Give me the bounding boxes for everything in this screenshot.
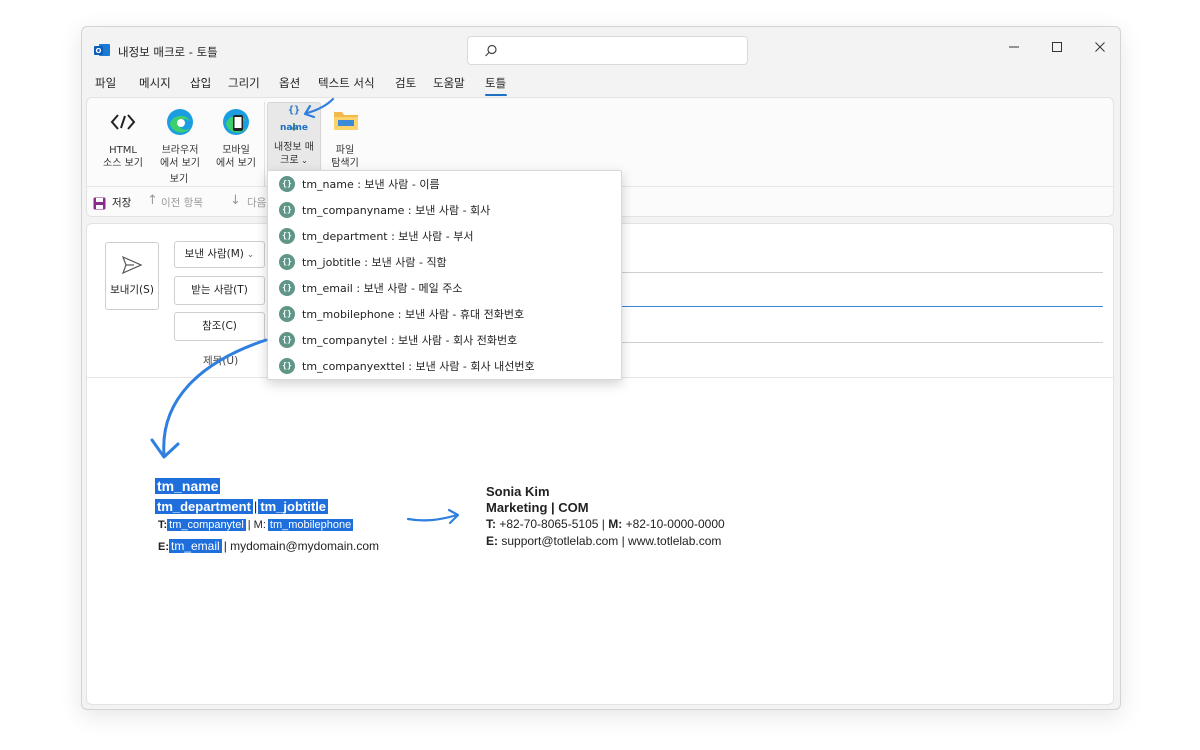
macro-tag-name: tm_name — [155, 478, 221, 494]
arrow-to-result — [406, 508, 460, 525]
macro-tag-companytel: tm_companytel — [167, 519, 246, 531]
macro-tag-email: tm_email — [169, 539, 222, 553]
sig-e-label: E: — [158, 541, 169, 553]
sig-email-rest: | mydomain@mydomain.com — [223, 539, 380, 553]
annotation-arrows — [150, 97, 460, 525]
sig-template-name-line: tm_name — [155, 478, 221, 494]
sig-template-email-line: E: tm_email | mydomain@mydomain.com — [158, 539, 379, 553]
sig-t-label: T: — [158, 519, 168, 531]
sig-template-title-line: tm_department | tm_jobtitle — [155, 499, 329, 514]
result-m-value: +82-10-0000-0000 — [625, 517, 725, 531]
result-phone-line: T: +82-70-8065-5105 | M: +82-10-0000-000… — [486, 517, 725, 531]
result-t-value: +82-70-8065-5105 | — [499, 517, 605, 531]
arrow-to-template — [150, 338, 268, 459]
result-e-label: E: — [486, 534, 498, 548]
sig-m-separator: | M: — [247, 519, 266, 531]
sig-template-phone-line: T: tm_companytel | M: tm_mobilephone — [158, 519, 354, 531]
result-m-label: M: — [608, 517, 623, 531]
result-email-line: E: support@totlelab.com | www.totlelab.c… — [486, 534, 721, 548]
result-name: Sonia Kim — [486, 484, 550, 499]
result-e-value: support@totlelab.com | www.totlelab.com — [501, 534, 722, 548]
result-dept-title: Marketing | COM — [486, 500, 589, 515]
macro-tag-mobilephone: tm_mobilephone — [267, 519, 354, 531]
macro-tag-jobtitle: tm_jobtitle — [258, 499, 329, 514]
arrow-to-macro-button — [303, 97, 335, 119]
macro-tag-department: tm_department — [155, 499, 253, 514]
result-t-label: T: — [486, 517, 496, 531]
